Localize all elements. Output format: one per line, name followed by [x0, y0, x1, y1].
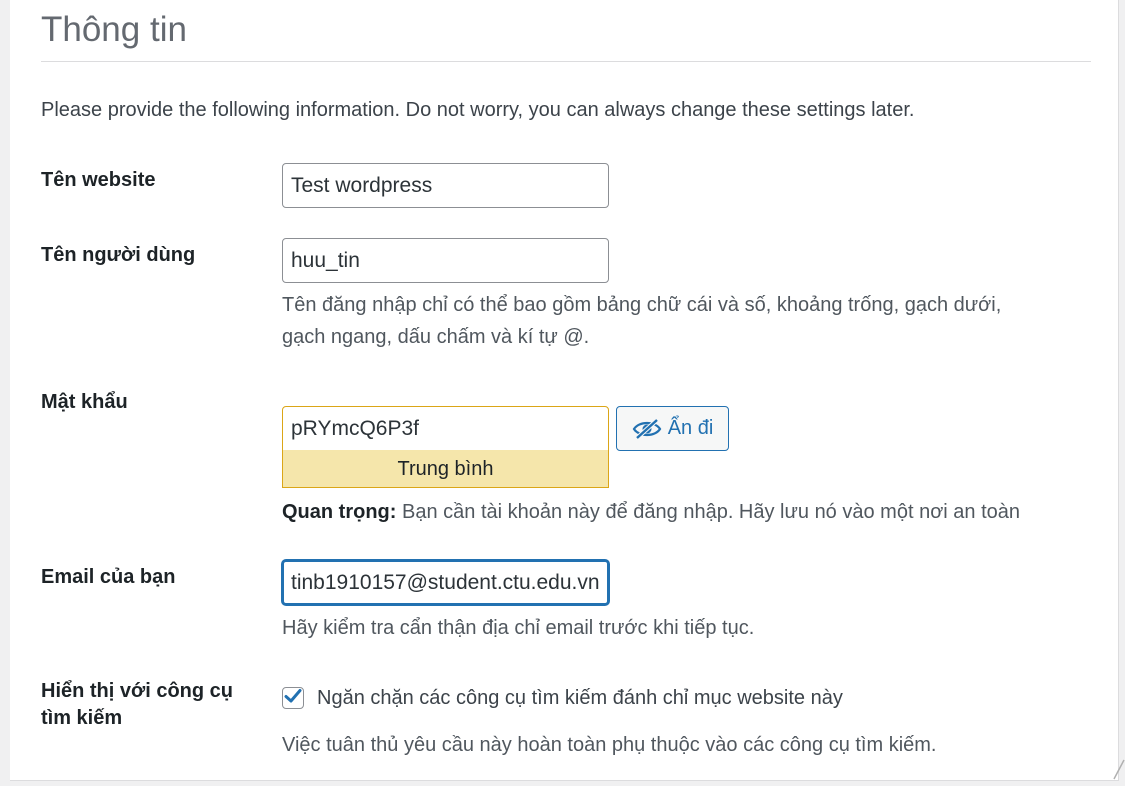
email-input[interactable] [282, 560, 609, 605]
search-visibility-checkbox[interactable] [282, 687, 304, 709]
intro-text: Please provide the following information… [41, 99, 915, 121]
title-divider [41, 61, 1091, 62]
search-visibility-label-line2: tìm kiếm [41, 707, 123, 729]
search-visibility-checkbox-label[interactable]: Ngăn chặn các công cụ tìm kiếm đánh chỉ … [317, 685, 843, 712]
email-help: Hãy kiểm tra cẩn thận địa chỉ email trướ… [282, 617, 755, 639]
checkmark-icon [284, 688, 302, 709]
password-input[interactable] [282, 406, 609, 451]
password-strength-meter: Trung bình [282, 450, 609, 488]
resize-corner-icon [1113, 759, 1125, 780]
hide-password-button[interactable]: Ẩn đi [616, 406, 729, 451]
search-visibility-help: Việc tuân thủ yêu cầu này hoàn toàn phụ … [282, 734, 937, 756]
username-help: Tên đăng nhập chỉ có thể bao gồm bảng ch… [282, 289, 1001, 353]
site-title-label: Tên website [41, 169, 156, 191]
username-help-line2: gạch ngang, dấu chấm và kí tự @. [282, 326, 590, 348]
password-label: Mật khẩu [41, 391, 128, 413]
password-note: Quan trọng: Bạn cần tài khoản này để đăn… [282, 496, 1020, 528]
search-visibility-label: Hiển thị với công cụ tìm kiếm [41, 678, 261, 732]
password-note-strong: Quan trọng: [282, 501, 397, 523]
username-input[interactable] [282, 238, 609, 283]
password-note-text: Bạn cần tài khoản này để đăng nhập. Hãy … [396, 501, 1021, 523]
hide-password-label: Ẩn đi [667, 417, 714, 439]
email-label: Email của bạn [41, 566, 176, 588]
eye-slash-icon [632, 417, 662, 440]
username-label: Tên người dùng [41, 244, 196, 266]
page-title: Thông tin [41, 10, 187, 49]
setup-form-panel: Thông tin Please provide the following i… [10, 0, 1119, 781]
site-title-input[interactable] [282, 163, 609, 208]
username-help-line1: Tên đăng nhập chỉ có thể bao gồm bảng ch… [282, 294, 1002, 316]
search-visibility-label-line1: Hiển thị với công cụ [41, 680, 234, 702]
